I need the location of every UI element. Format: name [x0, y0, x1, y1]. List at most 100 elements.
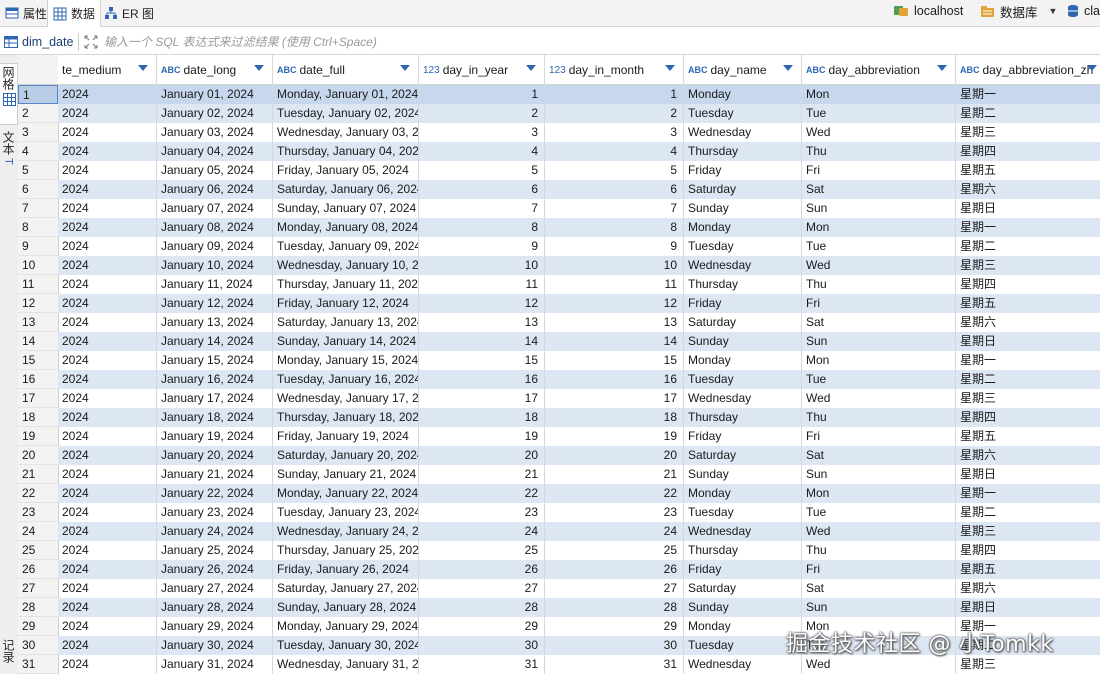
row-number[interactable]: 27 [18, 579, 58, 598]
table-cell[interactable]: 16 [545, 370, 684, 389]
row-number[interactable]: 25 [18, 541, 58, 560]
table-cell[interactable]: 2024 [58, 218, 157, 237]
table-cell[interactable]: 14 [419, 332, 545, 351]
table-cell[interactable]: January 25, 2024 [157, 541, 273, 560]
table-cell[interactable]: 2024 [58, 655, 157, 674]
row-number[interactable]: 26 [18, 560, 58, 579]
table-cell[interactable]: Sunday [684, 332, 802, 351]
table-cell[interactable]: 6 [545, 180, 684, 199]
sort-filter-icon[interactable] [1087, 65, 1097, 71]
table-row[interactable]: 2024 January 04, 2024 Thursday, January 04… [58, 142, 1100, 161]
table-cell[interactable]: Thu [802, 408, 956, 427]
sort-filter-icon[interactable] [254, 65, 264, 71]
table-cell[interactable]: 10 [545, 256, 684, 275]
table-cell[interactable]: Tuesday, January 02, 2024 [273, 104, 419, 123]
table-cell[interactable]: 2024 [58, 85, 157, 104]
table-cell[interactable]: Sat [802, 313, 956, 332]
row-number[interactable]: 3 [18, 123, 58, 142]
table-row[interactable]: 2024 January 10, 2024 Wednesday, January 1… [58, 256, 1100, 275]
row-number[interactable]: 5 [18, 161, 58, 180]
table-cell[interactable]: 31 [545, 655, 684, 674]
table-cell[interactable]: 星期四 [956, 275, 1100, 294]
row-number[interactable]: 21 [18, 465, 58, 484]
table-cell[interactable]: Thursday, January 11, 2024 [273, 275, 419, 294]
table-cell[interactable]: 星期一 [956, 218, 1100, 237]
table-cell[interactable]: Wednesday [684, 655, 802, 674]
table-cell[interactable]: 22 [419, 484, 545, 503]
table-cell[interactable]: January 04, 2024 [157, 142, 273, 161]
table-cell[interactable]: Thu [802, 275, 956, 294]
table-cell[interactable]: Fri [802, 161, 956, 180]
table-cell[interactable]: 星期五 [956, 560, 1100, 579]
table-cell[interactable]: 6 [419, 180, 545, 199]
table-cell[interactable]: 15 [419, 351, 545, 370]
vtab-text[interactable]: 文本 T [0, 131, 17, 179]
table-cell[interactable]: 2024 [58, 142, 157, 161]
table-cell[interactable]: Monday, January 01, 2024 [273, 85, 419, 104]
table-cell[interactable]: 星期日 [956, 465, 1100, 484]
table-cell[interactable]: 星期三 [956, 123, 1100, 142]
row-number[interactable]: 23 [18, 503, 58, 522]
table-cell[interactable]: 8 [419, 218, 545, 237]
table-cell[interactable]: 26 [545, 560, 684, 579]
table-cell[interactable]: 28 [545, 598, 684, 617]
table-cell[interactable]: 星期五 [956, 294, 1100, 313]
table-cell[interactable]: 星期四 [956, 408, 1100, 427]
table-row[interactable]: 2024 January 11, 2024 Thursday, January 11… [58, 275, 1100, 294]
table-cell[interactable]: January 02, 2024 [157, 104, 273, 123]
table-cell[interactable]: 2024 [58, 427, 157, 446]
sort-filter-icon[interactable] [937, 65, 947, 71]
sort-filter-icon[interactable] [400, 65, 410, 71]
table-cell[interactable]: Monday [684, 85, 802, 104]
row-number[interactable]: 8 [18, 218, 58, 237]
table-cell[interactable]: 星期日 [956, 332, 1100, 351]
table-cell[interactable]: Sunday, January 07, 2024 [273, 199, 419, 218]
table-row[interactable]: 2024 January 21, 2024 Sunday, January 21, … [58, 465, 1100, 484]
table-cell[interactable]: 4 [545, 142, 684, 161]
table-cell[interactable]: 30 [545, 636, 684, 655]
table-cell[interactable]: 5 [419, 161, 545, 180]
table-row[interactable]: 2024 January 25, 2024 Thursday, January 25… [58, 541, 1100, 560]
table-cell[interactable]: Saturday, January 13, 2024 [273, 313, 419, 332]
table-cell[interactable]: January 21, 2024 [157, 465, 273, 484]
table-cell[interactable]: Thursday [684, 275, 802, 294]
table-cell[interactable]: 2024 [58, 617, 157, 636]
column-header-day-abbreviation-zh[interactable]: ABC day_abbreviation_zh [956, 55, 1100, 85]
table-cell[interactable]: 9 [545, 237, 684, 256]
table-cell[interactable]: Friday [684, 161, 802, 180]
row-number[interactable]: 9 [18, 237, 58, 256]
table-cell[interactable]: January 07, 2024 [157, 199, 273, 218]
table-cell[interactable]: 27 [419, 579, 545, 598]
database-selector[interactable]: 数据库 ▼ [980, 0, 1057, 22]
table-cell[interactable]: Saturday [684, 579, 802, 598]
table-row[interactable]: 2024 January 19, 2024 Friday, January 19, … [58, 427, 1100, 446]
vtab-record[interactable]: 记录 [0, 639, 17, 673]
table-cell[interactable]: 星期五 [956, 427, 1100, 446]
table-cell[interactable]: Saturday [684, 180, 802, 199]
table-cell[interactable]: 星期三 [956, 389, 1100, 408]
table-cell[interactable]: Wed [802, 123, 956, 142]
table-row[interactable]: 2024 January 14, 2024 Sunday, January 14, … [58, 332, 1100, 351]
table-row[interactable]: 2024 January 15, 2024 Monday, January 15, … [58, 351, 1100, 370]
table-row[interactable]: 2024 January 13, 2024 Saturday, January 13… [58, 313, 1100, 332]
table-cell[interactable]: 20 [419, 446, 545, 465]
table-cell[interactable]: January 31, 2024 [157, 655, 273, 674]
table-cell[interactable]: January 05, 2024 [157, 161, 273, 180]
column-header-date-long[interactable]: ABC date_long [157, 55, 273, 85]
table-cell[interactable]: 2 [545, 104, 684, 123]
table-cell[interactable]: Sat [802, 446, 956, 465]
table-cell[interactable]: Saturday [684, 446, 802, 465]
table-cell[interactable]: Thursday, January 25, 2024 [273, 541, 419, 560]
table-cell[interactable]: 2024 [58, 636, 157, 655]
table-cell[interactable]: 2024 [58, 256, 157, 275]
row-number[interactable]: 15 [18, 351, 58, 370]
table-cell[interactable]: 星期日 [956, 199, 1100, 218]
table-cell[interactable]: Sunday, January 21, 2024 [273, 465, 419, 484]
table-cell[interactable]: January 03, 2024 [157, 123, 273, 142]
table-cell[interactable]: 2024 [58, 180, 157, 199]
table-cell[interactable]: 2024 [58, 294, 157, 313]
table-cell[interactable]: January 10, 2024 [157, 256, 273, 275]
table-cell[interactable]: Thu [802, 142, 956, 161]
table-cell[interactable]: 9 [419, 237, 545, 256]
table-cell[interactable]: Monday, January 15, 2024 [273, 351, 419, 370]
